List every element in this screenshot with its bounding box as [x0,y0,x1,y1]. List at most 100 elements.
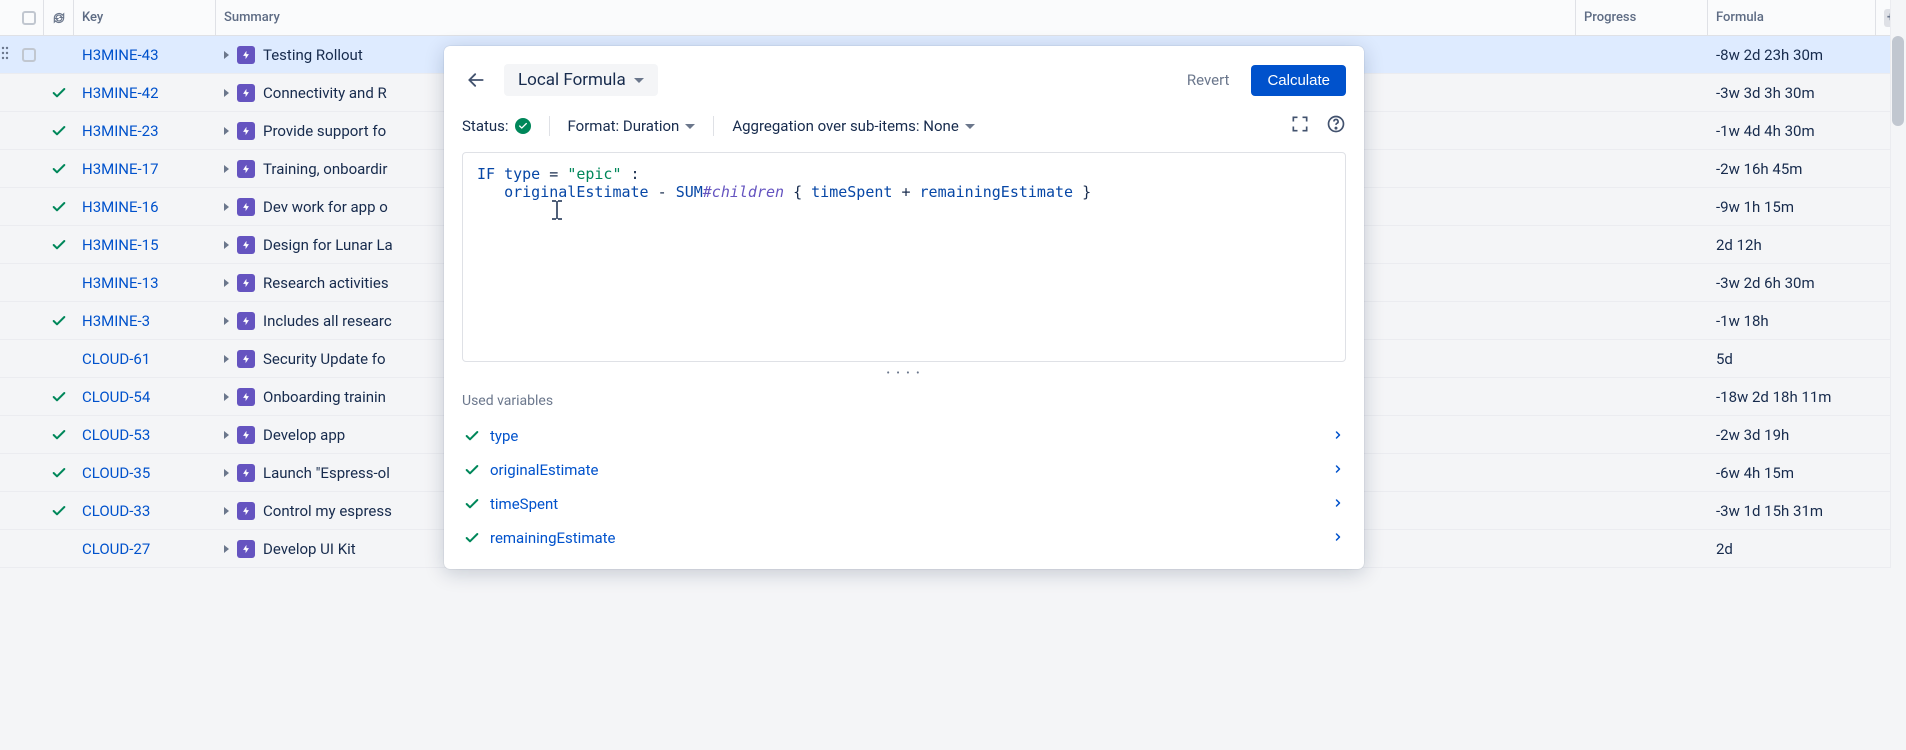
expand-icon[interactable] [224,545,229,553]
variable-name: timeSpent [490,495,558,513]
expand-icon[interactable] [224,165,229,173]
help-icon[interactable] [1326,114,1346,138]
formula-code-editor[interactable]: IF type = "epic" : originalEstimate - SU… [462,152,1346,362]
formula-value: -18w 2d 18h 11m [1708,378,1876,415]
formula-value: -3w 2d 6h 30m [1708,264,1876,301]
issue-key[interactable]: H3MINE-23 [82,122,159,140]
status-label: Status: [462,117,531,135]
back-button[interactable] [462,66,490,94]
expand-icon[interactable] [224,51,229,59]
expand-icon[interactable] [224,431,229,439]
used-variable-row[interactable]: type [462,419,1346,453]
epic-icon [237,388,255,406]
issue-key[interactable]: H3MINE-17 [82,160,159,178]
row-status-icon [44,427,74,443]
used-variable-row[interactable]: originalEstimate [462,453,1346,487]
issue-key[interactable]: H3MINE-13 [82,274,159,292]
column-key[interactable]: Key [74,0,216,35]
popover-title: Local Formula [518,70,626,90]
summary-text: Dev work for app o [263,198,388,216]
row-status-icon [44,313,74,329]
formula-value: -8w 2d 23h 30m [1708,36,1876,73]
issue-key[interactable]: CLOUD-53 [82,426,150,444]
summary-text: Develop UI Kit [263,540,356,558]
progress-cell [1576,112,1708,149]
expand-icon[interactable] [224,355,229,363]
used-variable-row[interactable]: timeSpent [462,487,1346,521]
select-all-checkbox[interactable] [14,0,44,35]
progress-cell [1576,74,1708,111]
progress-cell [1576,188,1708,225]
expand-icon[interactable] [224,317,229,325]
summary-text: Onboarding trainin [263,388,386,406]
chevron-right-icon [1332,529,1344,547]
expand-icon[interactable] [224,127,229,135]
epic-icon [237,312,255,330]
column-progress[interactable]: Progress [1576,0,1708,35]
chevron-right-icon [1332,461,1344,479]
calculate-button[interactable]: Calculate [1251,65,1346,96]
fullscreen-icon[interactable] [1290,114,1310,138]
issue-key[interactable]: CLOUD-33 [82,502,150,520]
issue-key[interactable]: CLOUD-27 [82,540,150,558]
variable-name: type [490,427,518,445]
aggregation-dropdown[interactable]: Aggregation over sub-items: None [732,117,974,135]
issue-key[interactable]: CLOUD-35 [82,464,150,482]
row-checkbox[interactable] [14,48,44,62]
issue-key[interactable]: H3MINE-42 [82,84,159,102]
summary-text: Control my espress [263,502,392,520]
expand-icon[interactable] [224,393,229,401]
sync-header-icon[interactable] [44,0,74,35]
issue-key[interactable]: CLOUD-61 [82,350,150,368]
expand-icon[interactable] [224,203,229,211]
row-status-icon [44,123,74,139]
vertical-scrollbar[interactable] [1890,0,1906,568]
issue-key[interactable]: H3MINE-43 [82,46,159,64]
chevron-right-icon [1332,495,1344,513]
row-status-icon [44,199,74,215]
epic-icon [237,426,255,444]
progress-cell [1576,378,1708,415]
issue-key[interactable]: CLOUD-54 [82,388,150,406]
formula-value: 2d [1708,530,1876,567]
resize-handle[interactable]: • • • • [462,368,1346,379]
epic-icon [237,236,255,254]
summary-text: Security Update fo [263,350,386,368]
expand-icon[interactable] [224,507,229,515]
row-status-icon [44,237,74,253]
formula-value: -6w 4h 15m [1708,454,1876,491]
formula-title-dropdown[interactable]: Local Formula [504,64,658,96]
row-status-icon [44,503,74,519]
expand-icon[interactable] [224,89,229,97]
format-dropdown[interactable]: Format: Duration [568,117,696,135]
expand-icon[interactable] [224,279,229,287]
column-formula[interactable]: Formula [1708,0,1876,35]
chevron-right-icon [1332,427,1344,445]
column-summary[interactable]: Summary [216,0,1576,35]
issue-key[interactable]: H3MINE-3 [82,312,150,330]
formula-value: -9w 1h 15m [1708,188,1876,225]
formula-value: 2d 12h [1708,226,1876,263]
formula-value: -3w 3d 3h 30m [1708,74,1876,111]
summary-text: Testing Rollout [263,46,363,64]
progress-cell [1576,36,1708,73]
used-variable-row[interactable]: remainingEstimate [462,521,1346,555]
text-cursor-icon [549,198,565,228]
summary-text: Provide support fo [263,122,386,140]
formula-value: -1w 4d 4h 30m [1708,112,1876,149]
expand-icon[interactable] [224,241,229,249]
issue-key[interactable]: H3MINE-15 [82,236,159,254]
issue-key[interactable]: H3MINE-16 [82,198,159,216]
epic-icon [237,274,255,292]
expand-icon[interactable] [224,469,229,477]
revert-button[interactable]: Revert [1177,65,1240,95]
progress-cell [1576,150,1708,187]
epic-icon [237,350,255,368]
row-status-icon [44,85,74,101]
progress-cell [1576,492,1708,529]
formula-editor-popover: Local Formula Revert Calculate Status: F… [444,46,1364,569]
progress-cell [1576,340,1708,377]
formula-value: -2w 3d 19h [1708,416,1876,453]
used-variables-title: Used variables [462,393,1346,409]
epic-icon [237,464,255,482]
